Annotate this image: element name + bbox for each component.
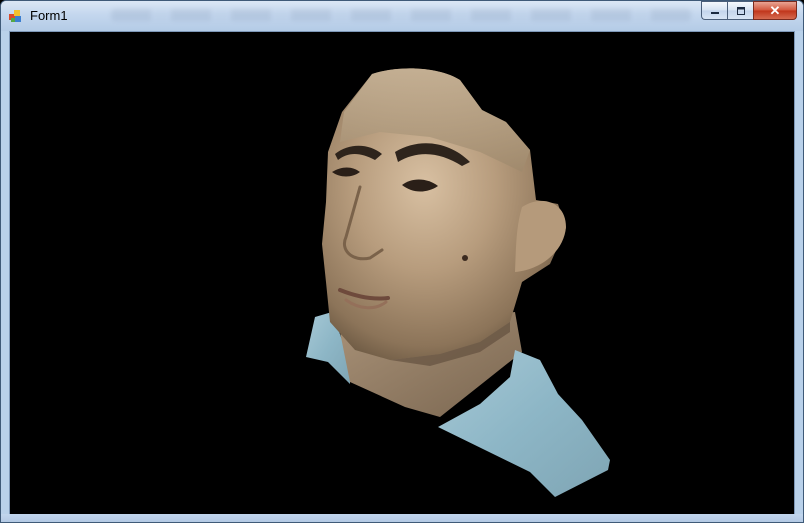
minimize-button[interactable]: [701, 1, 727, 20]
maximize-button[interactable]: [727, 1, 753, 20]
window-title: Form1: [30, 8, 68, 23]
close-button[interactable]: ✕: [753, 1, 797, 20]
ear: [515, 200, 566, 272]
render-viewport[interactable]: [9, 31, 795, 516]
window-bottom-border: [1, 514, 803, 522]
blurred-background-text: [111, 9, 691, 21]
close-icon: ✕: [769, 2, 781, 18]
maximize-icon: [736, 6, 745, 15]
face-scan-render: [306, 68, 610, 497]
caption-buttons: ✕: [701, 1, 797, 21]
minimize-icon: [710, 11, 719, 14]
mole: [462, 255, 468, 261]
form-app-icon: [9, 10, 21, 22]
app-window: Form1 ✕: [0, 0, 804, 523]
title-bar[interactable]: Form1 ✕: [1, 1, 803, 31]
